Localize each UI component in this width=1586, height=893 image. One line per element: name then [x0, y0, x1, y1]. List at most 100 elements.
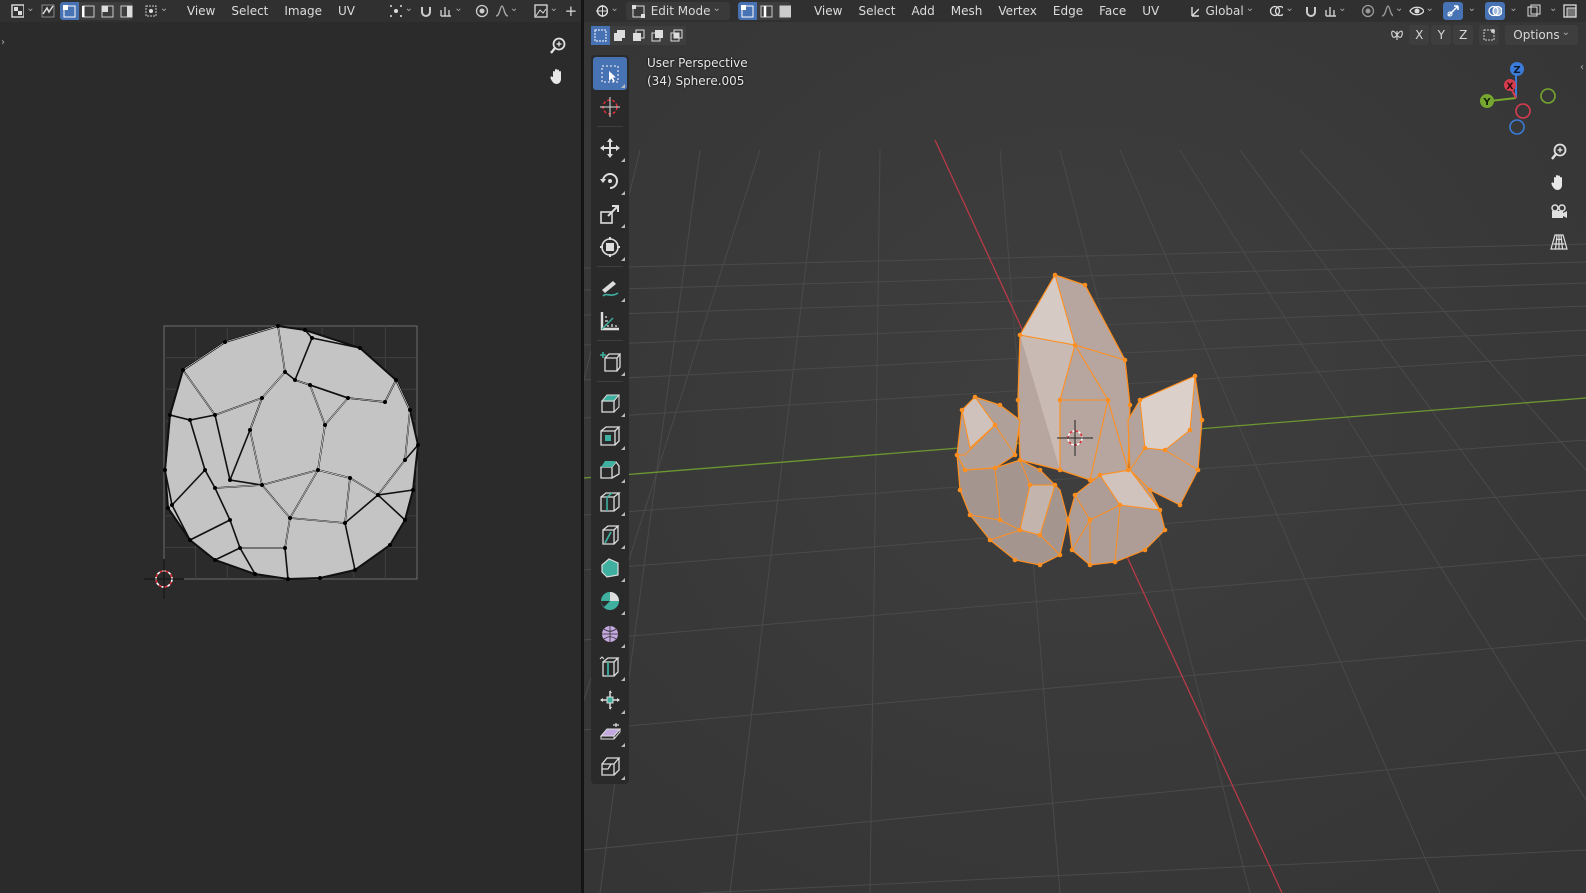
uv-menu-image[interactable]: Image — [276, 0, 330, 22]
viewport-zoom-button[interactable] — [1546, 139, 1572, 165]
uv-image-browse-button[interactable] — [531, 2, 561, 20]
overlays-icon — [1487, 5, 1502, 17]
bevel-tool[interactable] — [593, 452, 627, 485]
edge-slide-tool[interactable] — [593, 650, 627, 683]
vp-menu-add[interactable]: Add — [903, 0, 942, 22]
uv-island-select-button[interactable] — [117, 2, 134, 20]
mode-selector[interactable]: Edit Mode — [625, 2, 730, 20]
poly-build-tool[interactable] — [593, 551, 627, 584]
uv-snap-toggle[interactable] — [416, 2, 436, 20]
viewport-canvas[interactable]: Z Y X — [584, 0, 1586, 893]
vp-menu-face[interactable]: Face — [1091, 0, 1134, 22]
gizmo-options-button[interactable] — [1463, 2, 1479, 20]
vp-menu-edge[interactable]: Edge — [1045, 0, 1091, 22]
face-select-mode-button[interactable] — [776, 2, 791, 20]
inset-faces-tool[interactable] — [593, 419, 627, 452]
spin-tool[interactable] — [593, 584, 627, 617]
snap-target-button[interactable] — [1321, 2, 1350, 20]
options-dropdown[interactable]: Options — [1505, 25, 1578, 45]
transform-tool[interactable] — [593, 230, 627, 263]
vp-menu-uv[interactable]: UV — [1134, 0, 1167, 22]
transform-orientation-selector[interactable]: Global — [1184, 2, 1260, 20]
annotate-tool[interactable] — [593, 271, 627, 304]
uv-pivot-button[interactable] — [386, 2, 416, 20]
proportional-falloff-button[interactable] — [1378, 2, 1407, 20]
uv-face-select-button[interactable] — [98, 2, 117, 20]
toolbar-expand-arrow[interactable]: › — [1, 37, 5, 48]
uv-falloff-button[interactable] — [492, 2, 522, 20]
uv-vertex-select-button[interactable] — [59, 2, 79, 20]
zoom-icon — [1551, 143, 1567, 160]
uv-zoom-button[interactable] — [545, 33, 571, 59]
mirror-x-toggle[interactable]: X — [1409, 25, 1430, 45]
vertex-select-mode-button[interactable] — [737, 2, 757, 20]
rip-region-tool[interactable] — [593, 749, 627, 782]
mesh-select-mode-group — [737, 2, 791, 20]
mirror-y-toggle[interactable]: Y — [1431, 25, 1452, 45]
uv-new-image-button[interactable]: + — [561, 2, 581, 20]
uv-pan-button[interactable] — [545, 63, 571, 89]
image-browse-icon — [534, 4, 548, 18]
select-extend-button[interactable] — [610, 26, 629, 45]
uv-menu-select[interactable]: Select — [223, 0, 276, 22]
shear-tool[interactable] — [593, 716, 627, 749]
cursor-tool[interactable] — [593, 90, 627, 123]
uv-edge-select-button[interactable] — [79, 2, 98, 20]
visibility-selectability-button[interactable] — [1406, 2, 1437, 20]
uv-mesh[interactable] — [163, 324, 420, 581]
vp-menu-mesh[interactable]: Mesh — [943, 0, 991, 22]
magnet-icon — [420, 7, 431, 17]
select-intersect-button[interactable] — [667, 26, 686, 45]
viewport-editor-type-button[interactable] — [592, 2, 622, 20]
uv-menu-view[interactable]: View — [179, 0, 223, 22]
camera-view-button[interactable] — [1546, 199, 1572, 225]
select-new-button[interactable] — [591, 26, 610, 45]
show-gizmo-toggle[interactable] — [1442, 2, 1463, 20]
loop-cut-tool[interactable] — [593, 485, 627, 518]
vp-menu-select[interactable]: Select — [850, 0, 903, 22]
sidebar-expand-arrow[interactable]: ‹ — [1580, 62, 1584, 73]
uv-snap-target-button[interactable] — [436, 2, 466, 20]
sticky-selection-button[interactable] — [141, 2, 171, 20]
mirror-z-toggle[interactable]: Z — [1453, 25, 1474, 45]
measure-tool[interactable] — [593, 304, 627, 337]
shrink-fatten-tool[interactable] — [593, 683, 627, 716]
select-subtract-button[interactable] — [629, 26, 648, 45]
proportional-edit-toggle[interactable] — [1358, 2, 1378, 20]
knife-tool[interactable] — [593, 518, 627, 551]
pivot-point-button[interactable] — [1266, 2, 1297, 20]
mode-label: Edit Mode — [650, 4, 711, 18]
viewport-pan-button[interactable] — [1546, 169, 1572, 195]
rotate-tool[interactable] — [593, 164, 627, 197]
vp-menu-view[interactable]: View — [806, 0, 850, 22]
sync-selection-button[interactable] — [38, 2, 58, 20]
snap-toggle[interactable] — [1301, 2, 1321, 20]
select-invert-button[interactable] — [648, 26, 667, 45]
mirror-options-icon-button[interactable] — [1387, 25, 1407, 45]
orientation-label: Global — [1205, 4, 1244, 18]
editor-type-button[interactable] — [8, 2, 38, 20]
extrude-region-tool[interactable] — [593, 386, 627, 419]
scale-tool[interactable] — [593, 197, 627, 230]
perspective-toggle-button[interactable] — [1546, 229, 1572, 255]
vp-menu-vertex[interactable]: Vertex — [990, 0, 1045, 22]
viewport-header: Edit Mode View Select Add Mesh Vertex Ed… — [584, 0, 1586, 22]
edge-select-mode-button[interactable] — [757, 2, 776, 20]
toggle-xray-button[interactable] — [1560, 2, 1580, 20]
overlays-options-button[interactable] — [1505, 2, 1521, 20]
move-tool[interactable] — [593, 131, 627, 164]
uv-editor[interactable]: View Select Image UV + — [0, 0, 581, 893]
uv-2d-cursor[interactable] — [144, 559, 184, 599]
uv-menu-uv[interactable]: UV — [330, 0, 363, 22]
uv-proportional-edit-toggle[interactable] — [472, 2, 492, 20]
mesh-edit-overlays-button[interactable] — [1524, 2, 1544, 20]
add-cube-tool[interactable] — [593, 345, 627, 378]
smooth-tool[interactable] — [593, 617, 627, 650]
auto-merge-toggle[interactable] — [1479, 25, 1500, 45]
uv-canvas[interactable] — [0, 22, 581, 893]
show-overlays-toggle[interactable] — [1484, 2, 1505, 20]
select-box-tool[interactable] — [593, 57, 627, 90]
3d-viewport[interactable]: Z Y X Edit Mode View Select Add Mesh Ver… — [584, 0, 1586, 893]
mesh-edit-overlays-options[interactable] — [1544, 2, 1560, 20]
hand-icon — [550, 69, 561, 84]
